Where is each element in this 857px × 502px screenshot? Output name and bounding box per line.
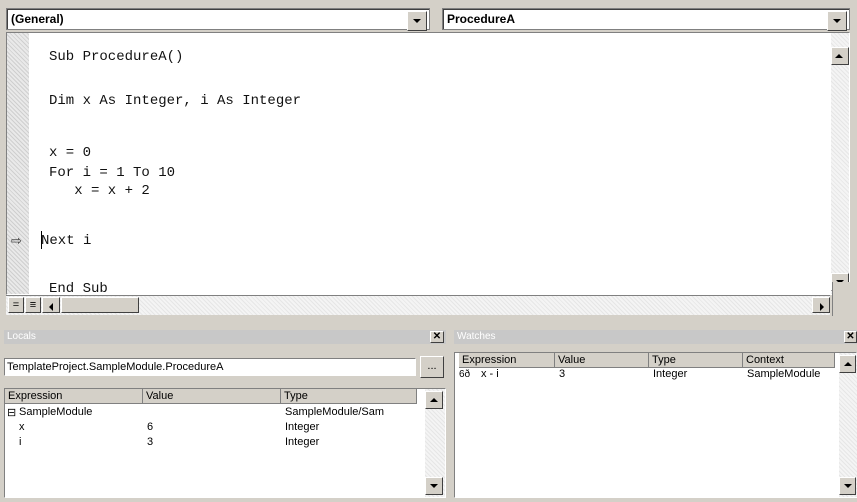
locals-row-type: Integer <box>285 436 320 448</box>
arrow-down-icon <box>430 484 438 488</box>
locals-scroll-up-button[interactable] <box>425 391 443 409</box>
locals-window[interactable]: Locals ✕ TemplateProject.SampleModule.Pr… <box>4 330 446 500</box>
procedure-combo-dropdown-button[interactable] <box>827 11 847 31</box>
locals-row-type: Integer <box>285 421 320 433</box>
procedure-view-button[interactable]: = <box>8 297 24 313</box>
code-vertical-scrollbar[interactable] <box>831 33 849 294</box>
chevron-down-icon <box>413 19 421 23</box>
locals-row-expression[interactable]: SampleModule <box>19 406 92 418</box>
watches-title-bar[interactable]: Watches <box>454 330 857 344</box>
code-line[interactable]: Sub ProcedureA() <box>49 49 183 65</box>
locals-scroll-down-button[interactable] <box>425 477 443 495</box>
locals-row-expression[interactable]: i <box>19 436 21 448</box>
watches-vertical-scrollbar[interactable] <box>839 353 857 497</box>
watches-close-button[interactable]: ✕ <box>844 331 857 343</box>
object-combo-dropdown-button[interactable] <box>407 11 427 31</box>
watches-row-expression[interactable]: x - i <box>481 368 499 380</box>
full-module-view-button[interactable]: ≡ <box>25 297 41 313</box>
scroll-up-button[interactable] <box>831 47 849 65</box>
watches-scroll-down-button[interactable] <box>839 477 856 495</box>
watches-col-context[interactable]: Context <box>743 353 835 368</box>
locals-title: Locals <box>7 331 36 342</box>
watches-window[interactable]: Watches ✕ Expression Value Type Context … <box>454 330 857 500</box>
arrow-up-icon <box>835 54 843 58</box>
arrow-left-icon <box>49 303 53 311</box>
locals-col-expression[interactable]: Expression <box>5 389 143 404</box>
chevron-down-icon <box>833 19 841 23</box>
code-line[interactable]: Dim x As Integer, i As Integer <box>49 93 301 109</box>
watches-row-context: SampleModule <box>747 368 821 380</box>
procedure-combo-value: ProcedureA <box>447 12 516 26</box>
locals-row-value[interactable]: 6 <box>147 421 153 433</box>
code-line[interactable]: x = 0 <box>49 145 91 161</box>
watch-glasses-icon: 6ð <box>459 369 471 380</box>
expand-collapse-icon[interactable]: ⊟ <box>7 406 16 419</box>
locals-title-bar[interactable]: Locals <box>4 330 446 344</box>
procedure-view-icon: = <box>12 299 20 311</box>
locals-row-expression[interactable]: x <box>19 421 25 433</box>
object-combo[interactable]: (General) <box>6 8 430 31</box>
watches-title: Watches <box>457 331 496 342</box>
call-stack-button[interactable]: ... <box>420 356 444 378</box>
procedure-combo[interactable]: ProcedureA <box>442 8 850 31</box>
locals-row-value[interactable]: 3 <box>147 436 153 448</box>
watches-row-value[interactable]: 3 <box>559 368 565 380</box>
object-combo-value: (General) <box>11 12 64 26</box>
locals-col-value[interactable]: Value <box>143 389 281 404</box>
code-line[interactable]: For i = 1 To 10 <box>49 165 175 181</box>
margin-indicator-bar[interactable] <box>7 33 29 294</box>
horizontal-scroll-thumb[interactable] <box>61 297 139 313</box>
watches-row-type: Integer <box>653 368 688 380</box>
code-window[interactable]: ⇨ Sub ProcedureA() Dim x As Integer, i A… <box>6 32 850 297</box>
watches-col-value[interactable]: Value <box>555 353 649 368</box>
close-icon: ✕ <box>846 331 855 342</box>
locals-context-text: TemplateProject.SampleModule.ProcedureA <box>7 361 224 373</box>
close-icon: ✕ <box>432 331 442 342</box>
locals-grid[interactable]: Expression Value Type ⊟ SampleModule Sam… <box>4 388 446 498</box>
scroll-left-button[interactable] <box>42 297 60 313</box>
locals-context-field: TemplateProject.SampleModule.ProcedureA <box>4 358 416 376</box>
splitter-handle[interactable] <box>832 282 850 316</box>
arrow-up-icon <box>430 398 438 402</box>
locals-col-type[interactable]: Type <box>281 389 417 404</box>
locals-row-type: SampleModule/Sam <box>285 406 385 418</box>
arrow-down-icon <box>844 484 852 488</box>
watches-col-expression[interactable]: Expression <box>459 353 555 368</box>
watches-col-type[interactable]: Type <box>649 353 743 368</box>
watches-scroll-up-button[interactable] <box>839 355 856 373</box>
code-line[interactable]: Next i <box>41 233 91 249</box>
locals-close-button[interactable]: ✕ <box>430 331 444 343</box>
watches-grid[interactable]: Expression Value Type Context 6ð x - i 3… <box>454 352 857 498</box>
arrow-up-icon <box>844 362 852 366</box>
code-line[interactable]: x = x + 2 <box>49 183 150 199</box>
arrow-right-icon <box>820 303 824 311</box>
scroll-right-button[interactable] <box>812 297 830 313</box>
execution-point-arrow-icon: ⇨ <box>11 233 22 248</box>
full-module-view-icon: ≡ <box>29 299 37 311</box>
call-stack-button-label: ... <box>427 360 437 372</box>
